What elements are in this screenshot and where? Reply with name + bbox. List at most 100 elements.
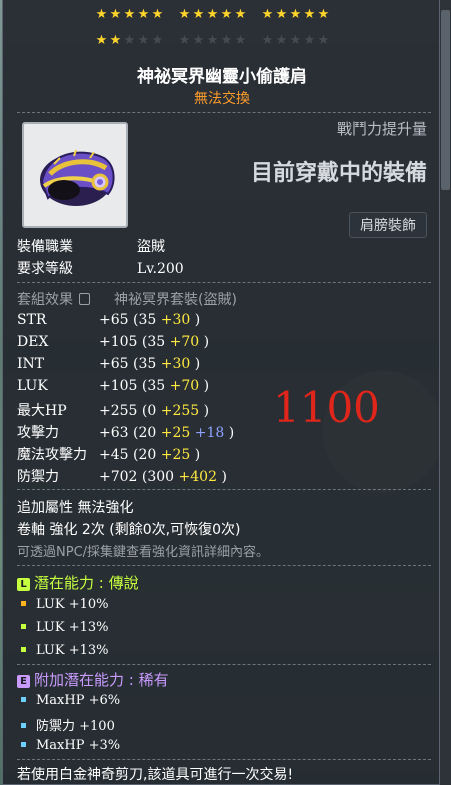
additional-potential-header: E 附加潛在能力 : 稀有	[17, 669, 169, 690]
overlay-number: 1100	[273, 383, 380, 432]
additional-potential-line-text: MaxHP +6%	[36, 693, 121, 708]
stat-total: +63	[99, 425, 129, 441]
star-icon: ★	[137, 7, 150, 22]
star-group: ★ ★ ★ ★ ★	[178, 8, 247, 21]
additional-potential-line-text: 防禦力 +100	[36, 719, 115, 734]
star-empty-icon: ★	[206, 33, 219, 48]
divider	[17, 759, 431, 760]
star-icon: ★	[192, 7, 205, 22]
stat-base: (20	[133, 425, 157, 441]
star-group: ★ ★ ★ ★ ★	[95, 34, 164, 47]
star-empty-icon: ★	[192, 33, 205, 48]
star-icon: ★	[206, 7, 219, 22]
divider	[17, 112, 431, 113]
stat-name: 攻擊力	[17, 425, 59, 441]
bullet-icon	[21, 624, 26, 629]
star-icon: ★	[275, 7, 288, 22]
additional-potential-line: MaxHP +3%	[21, 738, 120, 753]
star-icon: ★	[95, 33, 108, 48]
star-icon: ★	[234, 7, 247, 22]
stat-base: (35	[141, 378, 166, 394]
star-empty-icon: ★	[261, 33, 274, 48]
additional-potential-title: 附加潛在能力 : 稀有	[34, 671, 169, 689]
potential-line: LUK +13%	[21, 620, 109, 635]
star-empty-icon: ★	[151, 33, 164, 48]
stat-bonus: +255	[160, 403, 200, 419]
stat-name: DEX	[17, 334, 49, 350]
stat-bonus: +25	[160, 425, 191, 441]
star-icon: ★	[109, 33, 122, 48]
star-group: ★ ★ ★ ★ ★	[95, 8, 164, 21]
stat-close: )	[194, 356, 201, 372]
bullet-icon	[21, 723, 26, 728]
star-empty-icon: ★	[303, 33, 316, 48]
star-empty-icon: ★	[137, 33, 150, 48]
star-icon: ★	[123, 7, 136, 22]
stat-total: +45	[99, 447, 129, 463]
star-icon: ★	[109, 7, 122, 22]
stat-row: LUK +105 (35 +70 )	[17, 378, 209, 394]
star-icon: ★	[303, 7, 316, 22]
combat-power-value: 目前穿戴中的裝備	[250, 161, 427, 186]
potential-line: LUK +13%	[21, 643, 109, 658]
stat-base: (35	[133, 356, 157, 372]
stat-close: )	[194, 312, 201, 328]
star-empty-icon: ★	[220, 33, 233, 48]
star-group: ★ ★ ★ ★ ★	[178, 34, 247, 47]
set-effect-row: 套組效果 神祕冥界套裝(盜賊)	[17, 289, 237, 309]
star-group: ★ ★ ★ ★ ★	[261, 34, 330, 47]
potential-line-text: LUK +10%	[36, 597, 109, 612]
stat-name: INT	[17, 356, 45, 372]
star-empty-icon: ★	[317, 33, 330, 48]
potential-title: 潛在能力 : 傳說	[34, 574, 139, 592]
potential-line-text: LUK +13%	[36, 643, 109, 658]
item-category-badge: 肩膀裝飾	[349, 212, 427, 238]
job-value: 盜賊	[137, 239, 165, 255]
footer-note: 若使用白金神奇剪刀,該道具可進行一次交易!	[17, 767, 294, 783]
stat-row: 魔法攻擊力 +45 (20 +25 )	[17, 444, 200, 464]
stat-row: STR +65 (35 +30 )	[17, 312, 200, 328]
stat-base: (35	[141, 334, 166, 350]
star-force-row-2: ★ ★ ★ ★ ★ ★ ★ ★ ★ ★ ★ ★ ★ ★ ★	[95, 34, 330, 47]
legendary-badge-icon: L	[17, 578, 30, 591]
set-name: 神祕冥界套裝(盜賊)	[114, 292, 237, 308]
stat-name: LUK	[17, 378, 48, 394]
stat-bonus: +25	[160, 447, 191, 463]
stat-total: +65	[99, 312, 129, 328]
divider	[17, 565, 431, 566]
scrollbar-thumb[interactable]	[441, 10, 450, 190]
set-label: 套組效果	[17, 292, 73, 308]
stat-total: +255	[99, 403, 138, 419]
divider	[17, 489, 431, 490]
additional-potential-line-text: MaxHP +3%	[36, 738, 121, 753]
potential-line: LUK +10%	[21, 597, 109, 612]
stat-close: )	[203, 378, 210, 394]
stat-base: (0	[141, 403, 157, 419]
stat-total: +105	[99, 334, 138, 350]
trade-status: 無法交換	[194, 91, 250, 107]
star-icon: ★	[289, 7, 302, 22]
stat-total: +65	[99, 356, 129, 372]
epic-badge-icon: E	[17, 675, 30, 688]
item-name: 神祕冥界幽靈小偷護肩	[137, 67, 307, 87]
stat-bonus: +30	[160, 356, 191, 372]
scroll-upgrade-line: 卷軸 強化 2次 (剩餘0次,可恢復0次)	[17, 522, 241, 538]
potential-header: L 潛在能力 : 傳說	[17, 572, 139, 593]
potential-line-text: LUK +13%	[36, 620, 109, 635]
star-empty-icon: ★	[289, 33, 302, 48]
item-tooltip: ★ ★ ★ ★ ★ ★ ★ ★ ★ ★ ★ ★ ★ ★ ★ ★ ★ ★ ★ ★ ★ ★ ★ ★ ★ ★ ★ ★ ★ ★ 神祕冥界…	[2, 0, 440, 785]
star-empty-icon: ★	[275, 33, 288, 48]
star-force-row-1: ★ ★ ★ ★ ★ ★ ★ ★ ★ ★ ★ ★ ★ ★ ★	[95, 8, 330, 21]
stat-row: 最大HP +255 (0 +255 )	[17, 400, 209, 420]
star-icon: ★	[178, 7, 191, 22]
level-label: 要求等級	[17, 261, 73, 277]
star-empty-icon: ★	[178, 33, 191, 48]
bonus-attr-line: 追加屬性 無法強化	[17, 500, 134, 516]
additional-potential-line: MaxHP +6%	[21, 693, 120, 708]
lock-icon	[79, 293, 90, 305]
star-empty-icon: ★	[234, 33, 247, 48]
bullet-icon	[21, 697, 26, 702]
additional-potential-line: 防禦力 +100	[21, 715, 115, 734]
divider	[17, 282, 431, 283]
star-empty-icon: ★	[123, 33, 136, 48]
